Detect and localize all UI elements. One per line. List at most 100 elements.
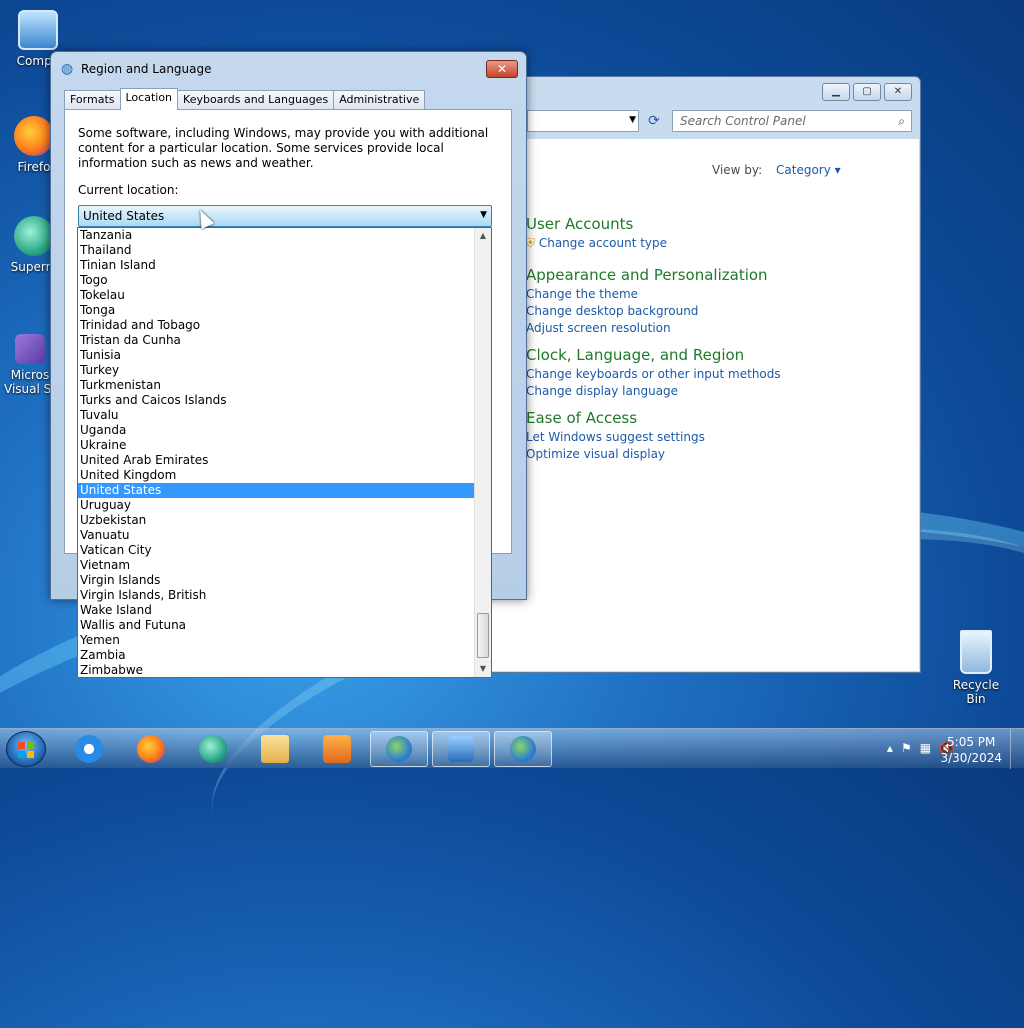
tab-formats[interactable]: Formats [64, 90, 121, 109]
chevron-down-icon[interactable]: ▼ [629, 115, 636, 125]
category-ease-of-access: Ease of Access Let Windows suggest setti… [486, 409, 705, 463]
location-option[interactable]: Tanzania [78, 228, 474, 243]
location-option[interactable]: Tristan da Cunha [78, 333, 474, 348]
location-option[interactable]: Uruguay [78, 498, 474, 513]
location-option[interactable]: Vatican City [78, 543, 474, 558]
start-button[interactable] [6, 731, 46, 767]
minimize-button[interactable]: ▁ [822, 83, 850, 101]
computer-icon [18, 10, 58, 50]
taskbar-app[interactable] [184, 731, 242, 767]
control-panel-titlebar[interactable]: ▁ ▢ ✕ [481, 77, 920, 107]
tab-keyboards-languages[interactable]: Keyboards and Languages [177, 90, 335, 109]
location-option[interactable]: Turkey [78, 363, 474, 378]
scroll-up-icon[interactable]: ▲ [475, 228, 491, 244]
search-icon[interactable]: ⌕ [898, 114, 905, 129]
category-title[interactable]: Appearance and Personalization [526, 266, 768, 284]
location-option[interactable]: Virgin Islands [78, 573, 474, 588]
tab-location[interactable]: Location [119, 88, 179, 110]
chevron-up-icon[interactable]: ▴ [887, 741, 893, 755]
refresh-icon[interactable]: ⟳ [643, 110, 665, 132]
category-link[interactable]: Change desktop background [526, 303, 768, 320]
location-option[interactable]: Tonga [78, 303, 474, 318]
location-option[interactable]: Vanuatu [78, 528, 474, 543]
maximize-button[interactable]: ▢ [853, 83, 881, 101]
location-option[interactable]: Turkmenistan [78, 378, 474, 393]
desktop-icon-recycle-bin[interactable]: Recycle Bin [944, 630, 1008, 706]
media-player-icon [323, 735, 351, 763]
category-link[interactable]: Optimize visual display [526, 446, 705, 463]
tab-administrative[interactable]: Administrative [333, 90, 426, 109]
close-button[interactable]: ✕ [884, 83, 912, 101]
location-option[interactable]: Tuvalu [78, 408, 474, 423]
category-link[interactable]: Let Windows suggest settings [526, 429, 705, 446]
taskbar-region-language[interactable] [370, 731, 428, 767]
control-panel-window[interactable]: ▁ ▢ ✕ ▼ ⟳ Search Control Panel ⌕ View by… [480, 76, 921, 673]
dialog-tabs: Formats Location Keyboards and Languages… [64, 88, 426, 110]
app-icon [199, 735, 227, 763]
current-location-select[interactable]: United States ▼ [78, 205, 492, 227]
flag-icon[interactable]: ⚑ [901, 741, 912, 755]
location-option[interactable]: Wallis and Futuna [78, 618, 474, 633]
dropdown-scrollbar[interactable]: ▲ ▼ [474, 228, 491, 677]
network-icon[interactable]: ▦ [920, 741, 931, 755]
location-option[interactable]: Yemen [78, 633, 474, 648]
taskbar-explorer[interactable] [246, 731, 304, 767]
category-link[interactable]: Change display language [526, 383, 781, 400]
taskbar-ie[interactable] [60, 731, 118, 767]
location-option[interactable]: Thailand [78, 243, 474, 258]
location-option[interactable]: United States [78, 483, 474, 498]
windows-logo-icon [18, 742, 34, 758]
taskbar-media-player[interactable] [308, 731, 366, 767]
chevron-down-icon[interactable]: ▼ [480, 210, 487, 220]
location-options: Tanzania Thailand Tinian Island Togo Tokelau… [78, 228, 491, 677]
scrollbar-thumb[interactable] [477, 613, 489, 658]
app-icon [14, 216, 54, 256]
search-input[interactable]: Search Control Panel ⌕ [672, 110, 912, 132]
location-option[interactable]: Tunisia [78, 348, 474, 363]
globe-clock-icon [510, 736, 536, 762]
taskbar-control-panel[interactable] [432, 731, 490, 767]
taskbar-firefox[interactable] [122, 731, 180, 767]
location-option[interactable]: Uganda [78, 423, 474, 438]
category-link[interactable]: Change keyboards or other input methods [526, 366, 781, 383]
show-desktop-button[interactable] [1010, 729, 1024, 769]
category-link[interactable]: Adjust screen resolution [526, 320, 768, 337]
category-link[interactable]: ⛨ Change account type [526, 235, 667, 252]
address-bar[interactable]: ▼ [527, 110, 639, 132]
taskbar-clock-region[interactable] [494, 731, 552, 767]
category-clock-language: Clock, Language, and Region Change keybo… [486, 346, 781, 400]
location-option[interactable]: Vietnam [78, 558, 474, 573]
clock-time: 5:05 PM [947, 735, 996, 749]
control-panel-content: View by: Category ▾ User Accounts ⛨ Chan… [482, 139, 919, 671]
shield-icon: ⛨ [526, 236, 536, 250]
location-option[interactable]: United Kingdom [78, 468, 474, 483]
location-option[interactable]: Ukraine [78, 438, 474, 453]
location-option[interactable]: United Arab Emirates [78, 453, 474, 468]
scroll-down-icon[interactable]: ▼ [475, 661, 491, 677]
location-option[interactable]: Uzbekistan [78, 513, 474, 528]
close-button[interactable]: ✕ [486, 60, 518, 78]
folder-icon [261, 735, 289, 763]
category-title[interactable]: User Accounts [526, 215, 667, 233]
desktop-icon-label: Recycle Bin [952, 678, 1000, 706]
category-title[interactable]: Ease of Access [526, 409, 705, 427]
taskbar: ▴ ⚑ ▦ 🔇 5:05 PM 3/30/2024 [0, 728, 1024, 769]
location-option[interactable]: Trinidad and Tobago [78, 318, 474, 333]
location-option[interactable]: Zambia [78, 648, 474, 663]
location-option[interactable]: Virgin Islands, British [78, 588, 474, 603]
category-appearance: Appearance and Personalization Change th… [486, 266, 768, 337]
location-option[interactable]: Togo [78, 273, 474, 288]
view-by-dropdown[interactable]: Category ▾ [776, 163, 841, 177]
firefox-icon [14, 116, 54, 156]
category-link[interactable]: Change the theme [526, 286, 768, 303]
location-option[interactable]: Zimbabwe [78, 663, 474, 677]
location-option[interactable]: Turks and Caicos Islands [78, 393, 474, 408]
location-option[interactable]: Wake Island [78, 603, 474, 618]
control-panel-icon [448, 736, 474, 762]
clock[interactable]: 5:05 PM 3/30/2024 [940, 734, 1002, 766]
location-option[interactable]: Tinian Island [78, 258, 474, 273]
location-description: Some software, including Windows, may pr… [78, 126, 489, 170]
location-option[interactable]: Tokelau [78, 288, 474, 303]
category-title[interactable]: Clock, Language, and Region [526, 346, 781, 364]
location-dropdown-list[interactable]: Tanzania Thailand Tinian Island Togo Tokelau… [77, 227, 492, 678]
